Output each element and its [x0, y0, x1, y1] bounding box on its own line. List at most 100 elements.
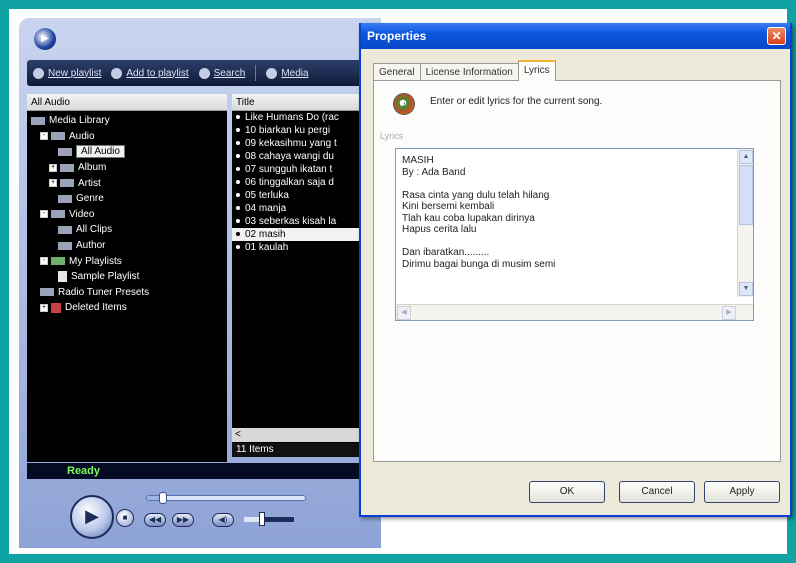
cancel-button[interactable]: Cancel [619, 481, 695, 503]
track-title: 04 manja [245, 203, 287, 214]
track-title: 05 terluka [245, 190, 289, 201]
scroll-left-icon[interactable]: ◀ [397, 306, 411, 320]
collapse-icon[interactable]: - [40, 132, 48, 141]
tree-item[interactable]: - My Playlists [27, 253, 227, 269]
track-row[interactable]: 07 sungguh ikatan t [232, 163, 364, 176]
expand-icon[interactable]: + [40, 303, 48, 312]
play-icon[interactable]: ▶ [70, 495, 114, 539]
toolbar-separator [255, 65, 257, 81]
tree-item[interactable]: + Album [27, 160, 227, 176]
track-bullet-icon [236, 128, 240, 133]
track-row[interactable]: 04 manja [232, 202, 364, 215]
lyrics-song-icon: ♪ [393, 93, 415, 115]
tree-item[interactable]: - Video [27, 207, 227, 223]
scroll-thumb[interactable] [739, 165, 753, 225]
new-playlist-button[interactable]: New playlist [33, 67, 101, 79]
add-to-playlist-button[interactable]: Add to playlist [111, 67, 189, 79]
ok-button[interactable]: OK [529, 481, 605, 503]
tree-item-label: My Playlists [69, 255, 122, 267]
scroll-up-icon[interactable]: ▲ [739, 150, 753, 164]
track-row[interactable]: 09 kekasihmu yang t [232, 137, 364, 150]
collapse-icon[interactable]: - [40, 210, 48, 219]
tree-item-label: All Audio [76, 145, 125, 159]
track-row[interactable]: 06 tinggalkan saja d [232, 176, 364, 189]
dialog-title: Properties [367, 29, 427, 43]
scroll-right-icon[interactable]: ▶ [722, 306, 736, 320]
tree-item[interactable]: Genre [27, 191, 227, 207]
track-bullet-icon [236, 193, 240, 198]
library-tree: Media Library - Audio All Audio + Album + Artis… [27, 111, 227, 316]
track-row[interactable]: Like Humans Do (rac [232, 111, 364, 124]
tree-item[interactable]: - Audio [27, 129, 227, 145]
lyrics-horizontal-scrollbar[interactable]: ◀ ▶ [396, 304, 753, 320]
track-bullet-icon [236, 167, 240, 172]
close-icon[interactable]: ✕ [767, 27, 786, 45]
track-row[interactable]: 01 kaulah [232, 241, 364, 254]
item-count: 11 Items [232, 443, 364, 457]
track-bullet-icon [236, 115, 240, 120]
tree-item[interactable]: Radio Tuner Presets [27, 285, 227, 301]
lyrics-textarea[interactable]: MASIH By : Ada Band Rasa cinta yang dulu… [395, 148, 754, 321]
lyrics-group-label: Lyrics [380, 131, 404, 141]
track-row[interactable]: 03 seberkas kisah la [232, 215, 364, 228]
library-header[interactable]: All Audio [27, 94, 227, 111]
folder-icon [51, 210, 65, 219]
windows-media-player-logo-icon[interactable]: ▶ [34, 28, 56, 50]
volume-thumb[interactable] [258, 512, 265, 526]
seek-bar[interactable] [146, 492, 306, 504]
transport-controls: ▶ ■ ◀◀ ▶▶ ◀) [60, 483, 380, 548]
tree-item[interactable]: Author [27, 238, 227, 254]
next-icon[interactable]: ▶▶ [172, 513, 194, 527]
tree-item[interactable]: + Deleted Items [27, 300, 227, 316]
tab-general[interactable]: General [373, 63, 421, 81]
tree-item[interactable]: All Clips [27, 222, 227, 238]
tree-item[interactable]: Media Library [27, 113, 227, 129]
tree-item[interactable]: Sample Playlist [27, 269, 227, 285]
search-icon [198, 67, 210, 79]
folder-icon [60, 179, 74, 188]
track-row[interactable]: 05 terluka [232, 189, 364, 202]
folder-icon [40, 288, 54, 297]
tree-item[interactable]: All Audio [27, 144, 227, 160]
tree-item[interactable]: + Artist [27, 175, 227, 191]
track-row[interactable]: 08 cahaya wangi du [232, 150, 364, 163]
scroll-down-icon[interactable]: ▼ [739, 282, 753, 296]
tree-item-label: Radio Tuner Presets [58, 286, 150, 298]
collapse-icon[interactable]: - [40, 257, 48, 266]
status-text: Ready [67, 465, 101, 477]
track-bullet-icon [236, 219, 240, 224]
search-button[interactable]: Search [198, 67, 245, 79]
track-bullet-icon [236, 206, 240, 211]
expand-icon[interactable]: + [49, 163, 57, 172]
lyrics-vertical-scrollbar[interactable]: ▲ ▼ [737, 149, 753, 297]
track-list-pane: Title Like Humans Do (rac 10 biarkan ku p… [232, 94, 364, 456]
title-column-header[interactable]: Title [232, 94, 364, 111]
tree-item-label: All Clips [76, 224, 113, 236]
track-title: 06 tinggalkan saja d [245, 177, 334, 188]
tree-item-label: Genre [76, 193, 104, 205]
lyrics-text[interactable]: MASIH By : Ada Band Rasa cinta yang dulu… [402, 155, 732, 270]
volume-slider[interactable] [244, 512, 294, 526]
expand-icon[interactable]: + [49, 179, 57, 188]
track-row[interactable]: 10 biarkan ku pergi [232, 124, 364, 137]
new-playlist-icon [33, 67, 44, 79]
tab-license-information[interactable]: License Information [419, 63, 519, 81]
properties-dialog: Properties ✕ General License Information… [359, 23, 792, 517]
seek-thumb[interactable] [159, 492, 167, 504]
stop-icon[interactable]: ■ [116, 509, 134, 527]
track-row[interactable]: 02 masih [232, 228, 364, 241]
tab-lyrics[interactable]: Lyrics [517, 60, 556, 81]
scroll-left-icon[interactable]: < [235, 429, 241, 440]
track-bullet-icon [236, 232, 240, 237]
lyrics-tab-panel: ♪ Enter or edit lyrics for the current s… [373, 80, 781, 462]
track-bullet-icon [236, 180, 240, 185]
tree-item-label: Album [78, 162, 107, 174]
media-icon [266, 67, 278, 79]
previous-icon[interactable]: ◀◀ [144, 513, 166, 527]
apply-button[interactable]: Apply [704, 481, 780, 503]
folder-icon [58, 194, 72, 203]
dialog-titlebar[interactable]: Properties ✕ [361, 23, 790, 49]
media-button[interactable]: Media [266, 67, 309, 79]
track-list-scrollbar[interactable]: < [232, 428, 364, 442]
mute-icon[interactable]: ◀) [212, 513, 234, 527]
